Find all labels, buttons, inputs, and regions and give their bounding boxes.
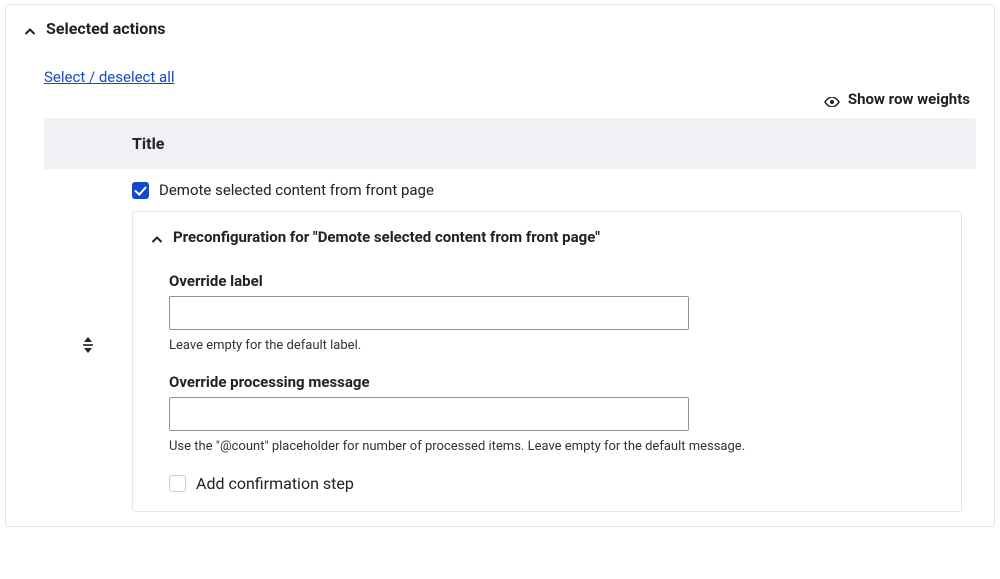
- drag-handle-icon[interactable]: [81, 337, 95, 357]
- row-content: Demote selected content from front page …: [132, 181, 976, 512]
- add-confirmation-checkbox[interactable]: [169, 475, 186, 492]
- override-label-label: Override label: [169, 272, 943, 290]
- override-message-field: Override processing message Use the "@co…: [151, 373, 943, 454]
- action-checkbox-row[interactable]: Demote selected content from front page: [132, 181, 976, 199]
- override-message-input[interactable]: [169, 397, 689, 431]
- add-confirmation-step-row[interactable]: Add confirmation step: [151, 474, 943, 493]
- action-label: Demote selected content from front page: [159, 181, 434, 199]
- override-label-help: Leave empty for the default label.: [169, 338, 943, 353]
- chevron-up-icon: [151, 231, 163, 243]
- add-confirmation-label: Add confirmation step: [196, 474, 354, 493]
- column-title-header: Title: [62, 134, 958, 153]
- show-row-weights-label: Show row weights: [848, 90, 970, 108]
- panel-header[interactable]: Selected actions: [6, 5, 994, 48]
- table-header: Title: [44, 118, 976, 169]
- select-deselect-all-link[interactable]: Select / deselect all: [44, 68, 175, 86]
- chevron-up-icon: [24, 23, 36, 35]
- show-row-weights-toggle[interactable]: Show row weights: [42, 90, 970, 108]
- override-label-field: Override label Leave empty for the defau…: [151, 272, 943, 353]
- override-message-label: Override processing message: [169, 373, 943, 391]
- panel-body: Select / deselect all Show row weights T…: [6, 48, 994, 526]
- table-row: Demote selected content from front page …: [42, 169, 978, 512]
- preconfig-header[interactable]: Preconfiguration for "Demote selected co…: [151, 228, 943, 246]
- action-checkbox[interactable]: [132, 182, 149, 199]
- override-message-help: Use the "@count" placeholder for number …: [169, 439, 869, 454]
- eye-icon: [824, 93, 840, 105]
- panel-title: Selected actions: [46, 19, 166, 38]
- preconfiguration-panel: Preconfiguration for "Demote selected co…: [132, 211, 962, 512]
- drag-column: [44, 181, 132, 512]
- override-label-input[interactable]: [169, 296, 689, 330]
- selected-actions-panel: Selected actions Select / deselect all S…: [5, 4, 995, 527]
- preconfig-title: Preconfiguration for "Demote selected co…: [173, 228, 600, 246]
